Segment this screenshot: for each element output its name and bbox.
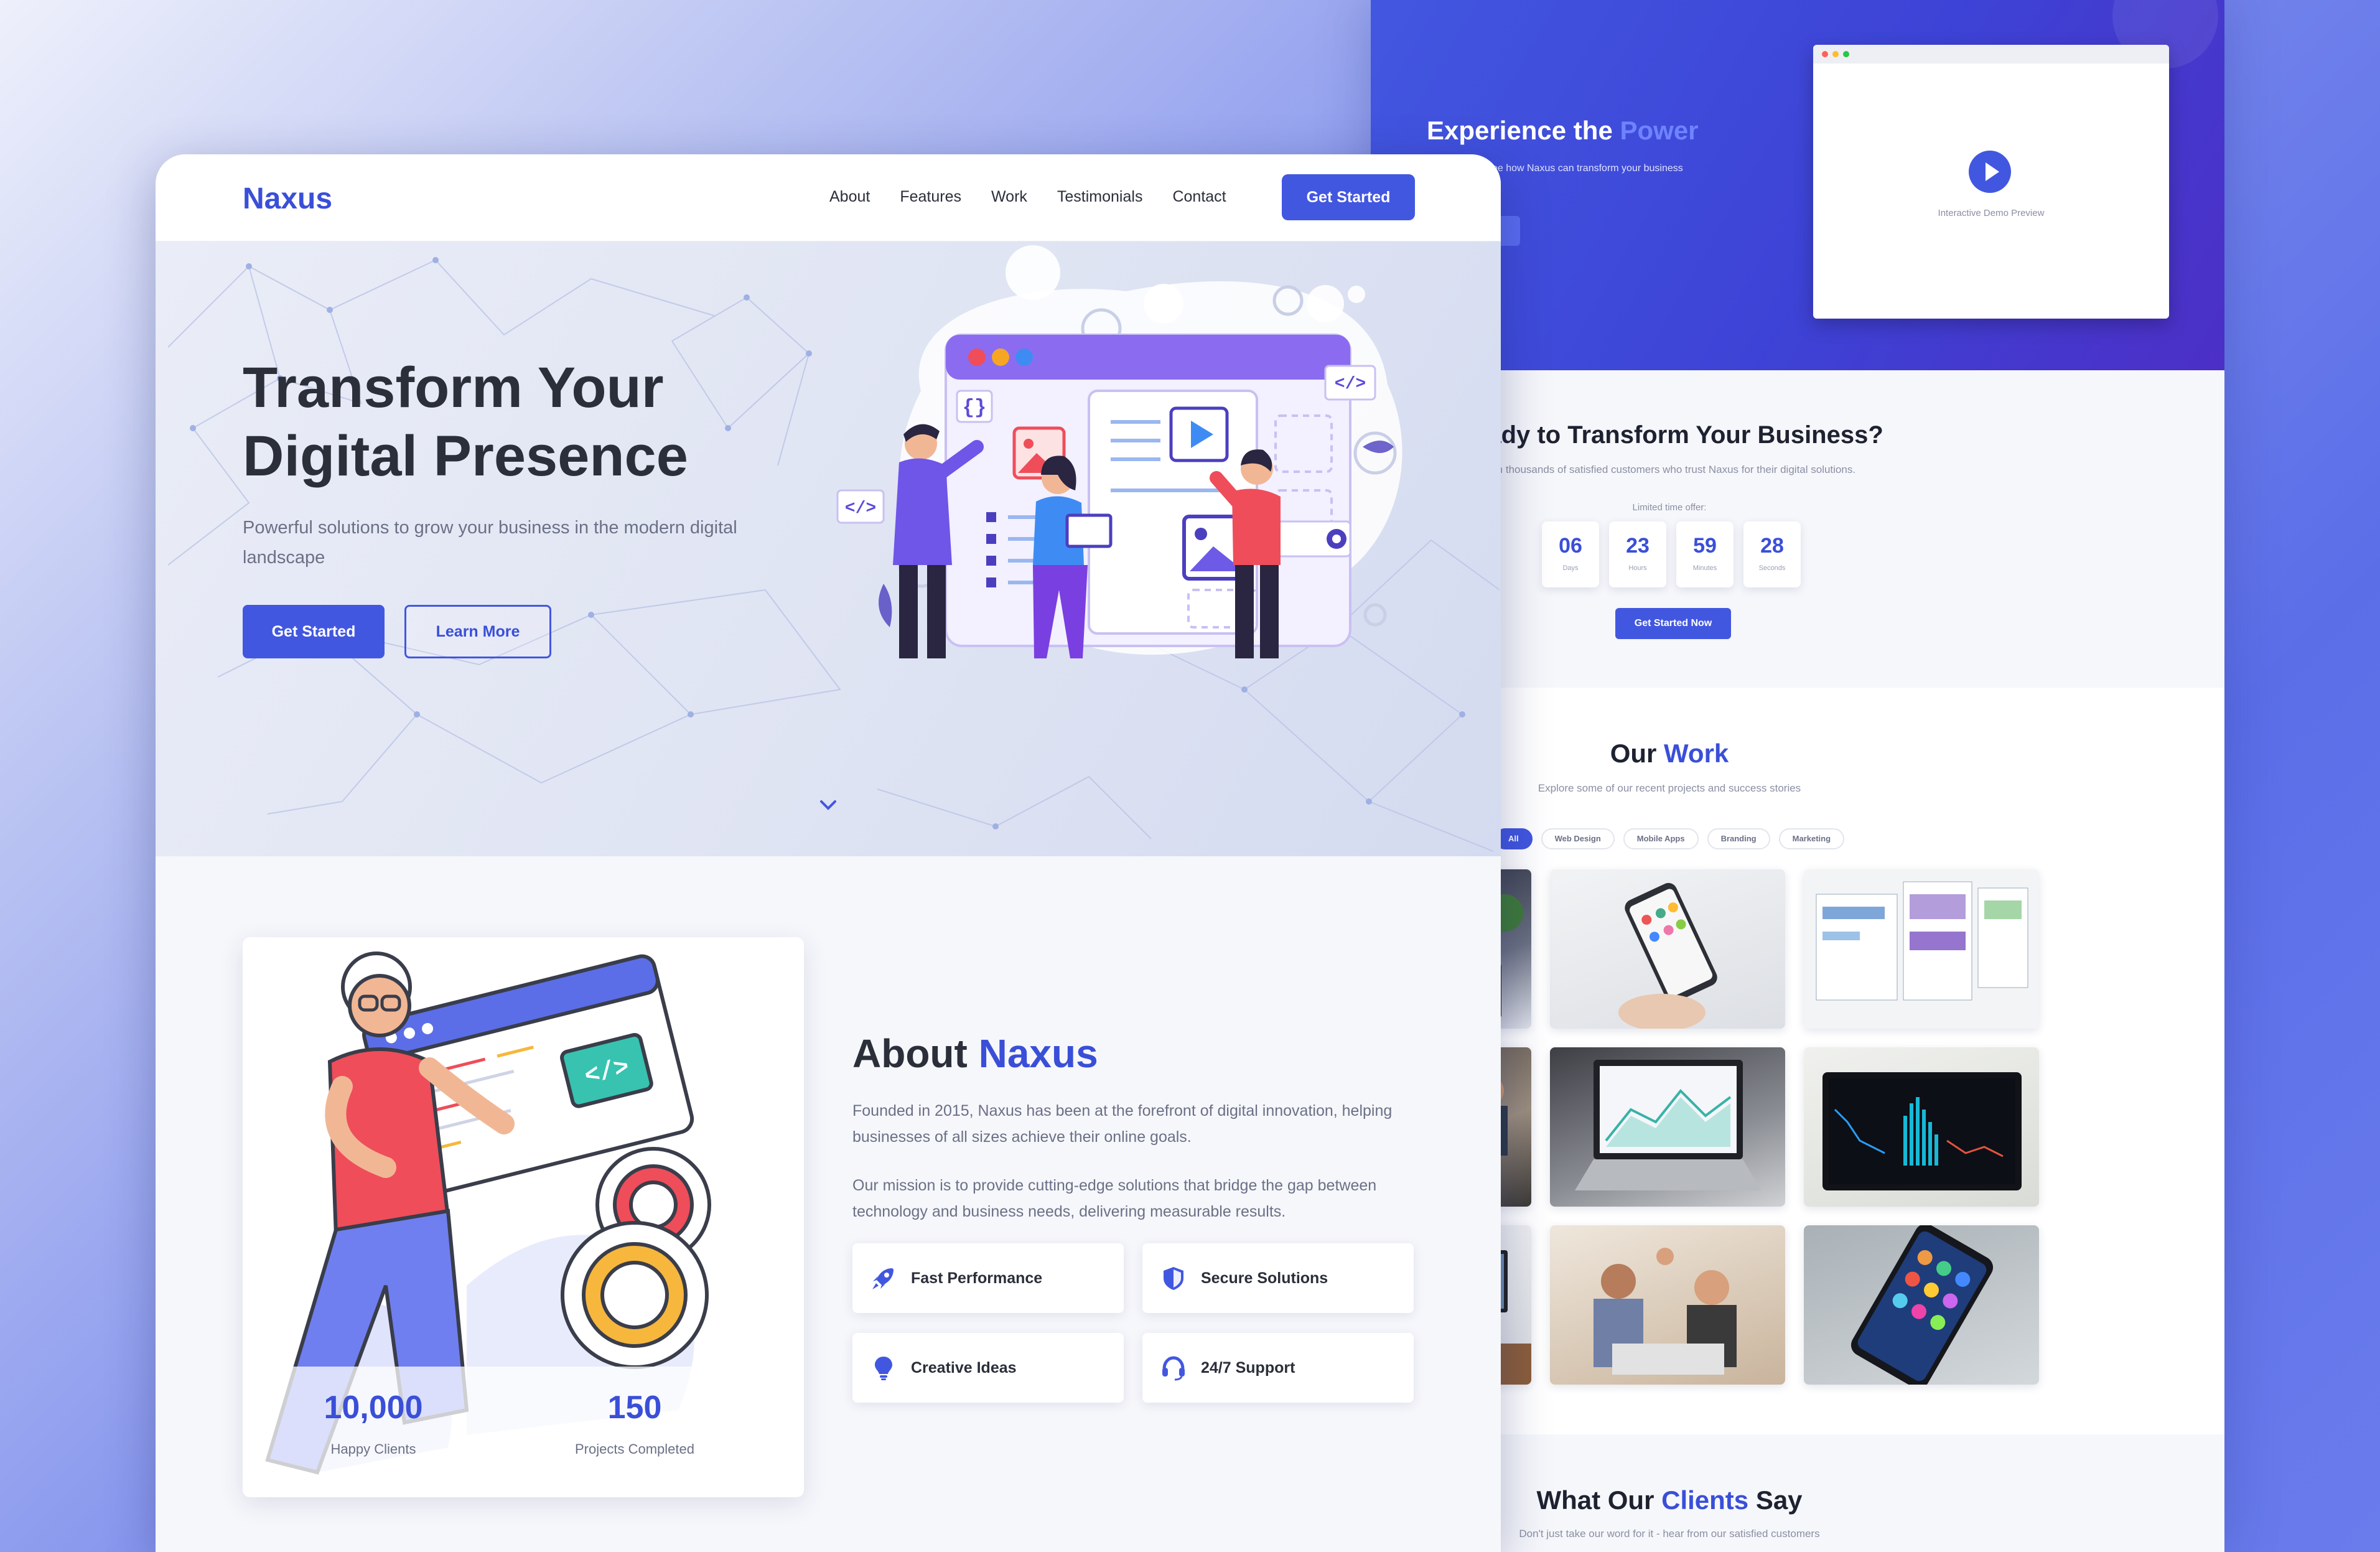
rocket-icon bbox=[872, 1268, 894, 1289]
filter-web-design[interactable]: Web Design bbox=[1541, 828, 1615, 849]
feature-24-7-support: 24/7 Support bbox=[1142, 1333, 1414, 1403]
svg-text:</>: </> bbox=[1335, 375, 1366, 394]
work-item-smartphone[interactable] bbox=[1804, 1225, 2039, 1385]
feature-creative-ideas: Creative Ideas bbox=[852, 1333, 1124, 1403]
navbar: Naxus About Features Work Testimonials C… bbox=[156, 154, 1501, 241]
feature-fast-performance: Fast Performance bbox=[852, 1243, 1124, 1313]
nav-link-about[interactable]: About bbox=[829, 188, 870, 206]
countdown-minutes: 59 Minutes bbox=[1676, 521, 1734, 587]
stats-band: 10,000 Happy Clients 150 Projects Comple… bbox=[243, 1367, 804, 1497]
about-paragraph-2: Our mission is to provide cutting-edge s… bbox=[852, 1177, 1377, 1220]
about-section: </> 10,000 Happy Clients 150 Projects Co… bbox=[156, 856, 1501, 1552]
nav-link-features[interactable]: Features bbox=[900, 188, 961, 206]
filter-branding[interactable]: Branding bbox=[1707, 828, 1770, 849]
headset-icon bbox=[1162, 1356, 1185, 1381]
work-item-mobile-app[interactable] bbox=[1550, 869, 1785, 1029]
play-icon[interactable] bbox=[1969, 151, 2011, 193]
work-item-high-five[interactable] bbox=[1550, 1225, 1785, 1385]
countdown-hours: 23 Hours bbox=[1609, 521, 1666, 587]
nav-link-work[interactable]: Work bbox=[991, 188, 1027, 206]
stat-happy-clients: 10,000 Happy Clients bbox=[324, 1390, 423, 1457]
demo-window[interactable]: Interactive Demo Preview bbox=[1813, 45, 2169, 319]
about-title: About Naxus bbox=[852, 1031, 1098, 1076]
hero-title: Transform Your Digital Presence bbox=[243, 356, 688, 488]
about-illustration-card: </> 10,000 Happy Clients 150 Projects Co… bbox=[243, 937, 804, 1497]
window-titlebar bbox=[1813, 45, 2169, 63]
hero-subtitle: Powerful solutions to grow your business… bbox=[243, 518, 737, 568]
nav-get-started-button[interactable]: Get Started bbox=[1282, 174, 1415, 220]
brand-logo[interactable]: Naxus bbox=[243, 182, 332, 216]
work-item-analytics-dashboard[interactable] bbox=[1550, 1047, 1785, 1207]
filter-mobile-apps[interactable]: Mobile Apps bbox=[1623, 828, 1699, 849]
nav-links: About Features Work Testimonials Contact bbox=[829, 188, 1226, 206]
nav-link-contact[interactable]: Contact bbox=[1172, 188, 1226, 206]
filter-marketing[interactable]: Marketing bbox=[1778, 828, 1845, 849]
hero-get-started-button[interactable]: Get Started bbox=[243, 605, 385, 658]
countdown: 06 Days 23 Hours 59 Minutes 28 Seconds bbox=[1542, 521, 1801, 587]
demo-title: Experience the Power bbox=[1427, 116, 1699, 145]
feature-secure-solutions: Secure Solutions bbox=[1142, 1243, 1414, 1313]
work-item-wireframes[interactable] bbox=[1804, 869, 2039, 1029]
shield-icon bbox=[1164, 1267, 1183, 1290]
nav-link-testimonials[interactable]: Testimonials bbox=[1057, 188, 1143, 206]
window-close-dot[interactable] bbox=[1822, 51, 1828, 57]
about-paragraph-1: Founded in 2015, Naxus has been at the f… bbox=[852, 1102, 1393, 1146]
countdown-seconds: 28 Seconds bbox=[1743, 521, 1801, 587]
window-minimize-dot[interactable] bbox=[1832, 51, 1839, 57]
hero-illustration: {} </> </> bbox=[836, 245, 1402, 658]
svg-text:</>: </> bbox=[845, 499, 876, 518]
demo-caption: Interactive Demo Preview bbox=[1938, 208, 2045, 218]
main-page-card: Naxus About Features Work Testimonials C… bbox=[156, 154, 1501, 1552]
window-maximize-dot[interactable] bbox=[1843, 51, 1849, 57]
work-item-data-chart[interactable] bbox=[1804, 1047, 2039, 1207]
chevron-down-icon[interactable] bbox=[819, 795, 838, 814]
countdown-days: 06 Days bbox=[1542, 521, 1599, 587]
hero-section: Transform Your Digital Presence Powerful … bbox=[156, 241, 1501, 856]
learn-more-button[interactable]: Learn More bbox=[404, 605, 551, 658]
svg-text:{}: {} bbox=[963, 396, 986, 419]
stat-projects-completed: 150 Projects Completed bbox=[575, 1390, 694, 1457]
lightbulb-icon bbox=[875, 1357, 892, 1380]
get-started-now-button[interactable]: Get Started Now bbox=[1615, 608, 1731, 639]
